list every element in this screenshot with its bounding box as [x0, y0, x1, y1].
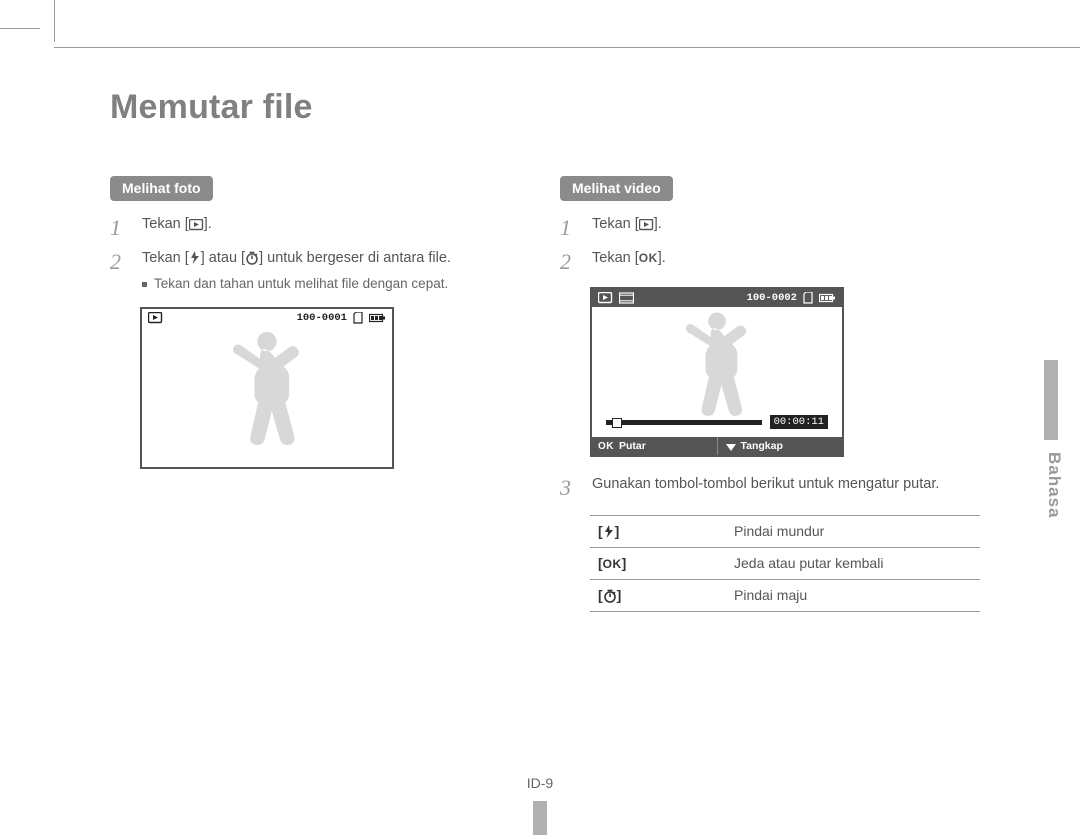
video-footer: OK Putar Tangkap	[592, 437, 842, 455]
file-counter: 100-0002	[747, 292, 797, 304]
file-counter: 100-0001	[297, 312, 347, 324]
ok-icon: OK	[639, 251, 658, 265]
timer-icon	[245, 251, 259, 265]
timer-icon	[603, 589, 617, 603]
step-1: 1 Tekan [].	[110, 211, 530, 245]
step-3: 3 Gunakan tombol-tombol berikut untuk me…	[560, 471, 980, 505]
sd-card-icon	[803, 292, 813, 304]
step-number: 3	[560, 475, 580, 499]
step-number: 2	[560, 249, 580, 273]
flash-icon	[603, 525, 615, 539]
step-text: Tekan [] atau [] untuk bergeser di antar…	[142, 249, 451, 293]
step-2: 2 Tekan [OK].	[560, 245, 980, 279]
bottom-tab-accent	[533, 801, 547, 835]
ok-icon: OK	[603, 557, 622, 571]
step-note: Tekan dan tahan untuk melihat file denga…	[142, 275, 451, 293]
table-row: [] Pindai mundur	[590, 516, 980, 548]
bullet-icon	[142, 282, 147, 287]
playback-controls-table: [] Pindai mundur [OK] Jeda atau putar ke…	[590, 515, 980, 612]
page-number: ID-9	[527, 775, 553, 791]
video-screen: 00:00:11	[592, 307, 842, 437]
steps-video: 1 Tekan []. 2 Tekan [OK].	[560, 211, 980, 279]
step-text: Tekan [].	[592, 215, 662, 239]
sd-card-icon	[353, 312, 363, 324]
table-row: [OK] Jeda atau putar kembali	[590, 548, 980, 580]
playback-icon	[598, 292, 613, 304]
progress-track	[606, 420, 762, 425]
control-desc: Pindai maju	[726, 580, 980, 612]
step-number: 1	[560, 215, 580, 239]
step-text: Gunakan tombol-tombol berikut untuk meng…	[592, 475, 939, 499]
subject-silhouette	[212, 324, 322, 464]
flash-icon	[189, 251, 201, 265]
steps-photo: 1 Tekan []. 2 Tekan [] atau [] untuk ber…	[110, 211, 530, 299]
step-number: 1	[110, 215, 130, 239]
section-view-video: Melihat video 1 Tekan []. 2 Tekan [OK].	[560, 176, 980, 612]
crop-marks	[0, 0, 1080, 50]
footer-play-label: Putar	[619, 440, 646, 452]
step-2: 2 Tekan [] atau [] untuk bergeser di ant…	[110, 245, 530, 299]
step-text: Tekan [].	[142, 215, 212, 239]
language-label: Bahasa	[1044, 452, 1064, 518]
movie-icon	[619, 292, 634, 304]
progress-knob	[612, 418, 622, 428]
photo-screen	[142, 327, 392, 467]
footer-play: OK Putar	[592, 437, 717, 455]
battery-icon	[819, 293, 836, 303]
ok-icon: OK	[598, 441, 614, 452]
section-heading-video: Melihat video	[560, 176, 673, 201]
step-1: 1 Tekan [].	[560, 211, 980, 245]
footer-capture: Tangkap	[717, 437, 843, 455]
video-info-bar: 100-0002	[592, 289, 842, 307]
steps-video-cont: 3 Gunakan tombol-tombol berikut untuk me…	[560, 471, 980, 505]
side-tab-accent	[1044, 360, 1058, 440]
down-icon	[724, 441, 736, 451]
playback-icon	[639, 219, 654, 231]
step-text: Tekan [OK].	[592, 249, 666, 273]
manual-page: Memutar file Melihat foto 1 Tekan []. 2 …	[0, 0, 1080, 835]
elapsed-time: 00:00:11	[770, 415, 828, 429]
playback-icon	[189, 219, 204, 231]
photo-preview-panel: 100-0001	[140, 307, 394, 469]
video-preview-panel: 100-0002 00:00:11 OK Putar	[590, 287, 844, 457]
control-desc: Pindai mundur	[726, 516, 980, 548]
playback-icon	[148, 312, 163, 324]
section-heading-photo: Melihat foto	[110, 176, 213, 201]
control-desc: Jeda atau putar kembali	[726, 548, 980, 580]
control-key: []	[590, 580, 726, 612]
control-key: [OK]	[590, 548, 726, 580]
footer-capture-label: Tangkap	[741, 440, 783, 452]
battery-icon	[369, 313, 386, 323]
video-progress: 00:00:11	[606, 415, 828, 429]
section-view-photo: Melihat foto 1 Tekan []. 2 Tekan [] atau…	[110, 176, 530, 469]
page-title: Memutar file	[110, 88, 313, 127]
table-row: [] Pindai maju	[590, 580, 980, 612]
step-number: 2	[110, 249, 130, 293]
control-key: []	[590, 516, 726, 548]
